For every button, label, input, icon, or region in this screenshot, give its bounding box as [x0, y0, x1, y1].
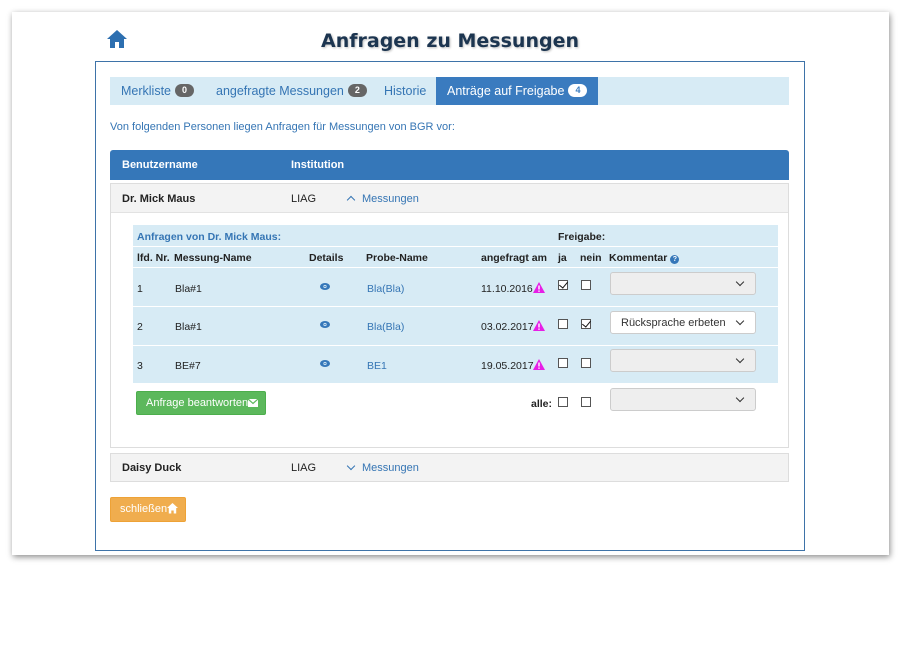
tab-historie[interactable]: Historie	[384, 77, 426, 105]
row-date: 03.02.2017	[481, 321, 534, 333]
kommentar-select[interactable]	[610, 272, 756, 295]
help-icon[interactable]: ?	[670, 255, 680, 264]
intro-text: Von folgenden Personen liegen Anfragen f…	[110, 121, 455, 133]
alle-nein-checkbox[interactable]	[581, 397, 591, 407]
row-nr: 1	[137, 283, 143, 295]
row-messung: BE#7	[175, 360, 201, 372]
freigabe-label: Freigabe:	[558, 231, 606, 243]
row-messung: Bla#1	[175, 321, 202, 333]
row-messung: Bla#1	[175, 283, 202, 295]
select-value: Rücksprache erbeten	[621, 317, 726, 329]
divider	[133, 267, 778, 268]
nein-checkbox[interactable]	[581, 319, 591, 329]
eye-icon[interactable]	[320, 360, 330, 367]
person-name: Daisy Duck	[122, 462, 182, 474]
toggle-label: Messungen	[362, 462, 419, 474]
alle-kommentar-select[interactable]	[610, 388, 756, 411]
toggle-label: Messungen	[362, 193, 419, 205]
ja-checkbox[interactable]	[558, 358, 568, 368]
person-name: Dr. Mick Maus	[122, 193, 196, 205]
tab-label: angefragte Messungen	[216, 84, 344, 98]
nein-checkbox[interactable]	[581, 280, 591, 290]
row-nr: 2	[137, 321, 143, 333]
probe-link[interactable]: BE1	[367, 360, 387, 372]
column-header-details: Details	[309, 252, 344, 264]
eye-icon[interactable]	[320, 321, 330, 328]
column-header-institution: Institution	[291, 159, 345, 171]
nein-checkbox[interactable]	[581, 358, 591, 368]
column-header-user: Benutzername	[122, 159, 198, 171]
ja-checkbox[interactable]	[558, 280, 568, 290]
person-row: Dr. Mick Maus LIAG Messungen	[111, 184, 788, 213]
measurements-toggle[interactable]: Messungen	[346, 193, 419, 205]
tab-angefragte-messungen[interactable]: angefragte Messungen 2	[216, 77, 367, 105]
close-button[interactable]: schließen	[110, 497, 186, 522]
row-date: 19.05.2017	[481, 360, 534, 372]
button-label: Anfrage beantworten	[146, 397, 249, 409]
envelope-icon	[248, 399, 258, 407]
divider	[133, 246, 778, 247]
chevron-up-icon	[346, 195, 356, 205]
kommentar-select[interactable]	[610, 349, 756, 372]
grid-header: Benutzername Institution	[110, 150, 789, 180]
tab-antraege-auf-freigabe[interactable]: Anträge auf Freigabe 4	[436, 77, 599, 105]
column-header-messung: Messung-Name	[174, 252, 252, 264]
count-badge: 0	[175, 84, 195, 98]
chevron-down-icon	[735, 354, 745, 364]
submit-response-button[interactable]: Anfrage beantworten	[136, 391, 266, 415]
kommentar-select[interactable]: Rücksprache erbeten	[610, 311, 756, 334]
column-header-nr: lfd. Nr.	[137, 252, 170, 264]
row-date: 11.10.2016	[481, 283, 533, 295]
tab-merkliste[interactable]: Merkliste 0	[121, 77, 195, 105]
requests-table: Anfragen von Dr. Mick Maus: Freigabe: lf…	[133, 225, 778, 383]
measurements-toggle[interactable]: Messungen	[346, 461, 419, 474]
count-badge: 2	[347, 84, 367, 98]
divider	[133, 345, 778, 346]
tab-label: Merkliste	[121, 84, 172, 98]
person-institution: LIAG	[291, 193, 317, 205]
tab-label: Anträge auf Freigabe	[447, 84, 565, 98]
column-header-ja: ja	[558, 252, 567, 264]
warning-icon	[533, 359, 545, 370]
kommentar-label: Kommentar	[609, 252, 668, 264]
person-row-collapsed: Daisy Duck LIAG Messungen	[110, 453, 789, 482]
warning-icon	[533, 282, 545, 293]
chevron-down-icon	[346, 461, 356, 471]
home-icon	[167, 503, 178, 514]
column-header-date: angefragt am	[481, 252, 547, 264]
tab-bar: Merkliste 0 angefragte Messungen 2 Histori…	[110, 77, 789, 105]
column-header-probe: Probe-Name	[366, 252, 428, 264]
divider	[133, 306, 778, 307]
person-institution: LIAG	[291, 462, 317, 474]
button-label: schließen	[120, 503, 168, 515]
tab-label: Historie	[384, 84, 427, 98]
probe-link[interactable]: Bla(Bla)	[367, 321, 404, 333]
chevron-down-icon	[735, 277, 745, 287]
column-header-nein: nein	[580, 252, 602, 264]
chevron-down-icon	[735, 316, 745, 326]
requests-title: Anfragen von Dr. Mick Maus:	[137, 231, 282, 243]
ja-checkbox[interactable]	[558, 319, 568, 329]
page-title: Anfragen zu Messungen	[321, 30, 579, 52]
eye-icon[interactable]	[320, 283, 330, 290]
chevron-down-icon	[735, 393, 745, 403]
row-nr: 3	[137, 360, 143, 372]
column-header-kommentar: Kommentar?	[609, 252, 680, 264]
probe-link[interactable]: Bla(Bla)	[367, 283, 404, 295]
warning-icon	[533, 320, 545, 331]
alle-ja-checkbox[interactable]	[558, 397, 568, 407]
alle-label: alle:	[531, 398, 553, 410]
count-badge: 4	[568, 84, 588, 98]
